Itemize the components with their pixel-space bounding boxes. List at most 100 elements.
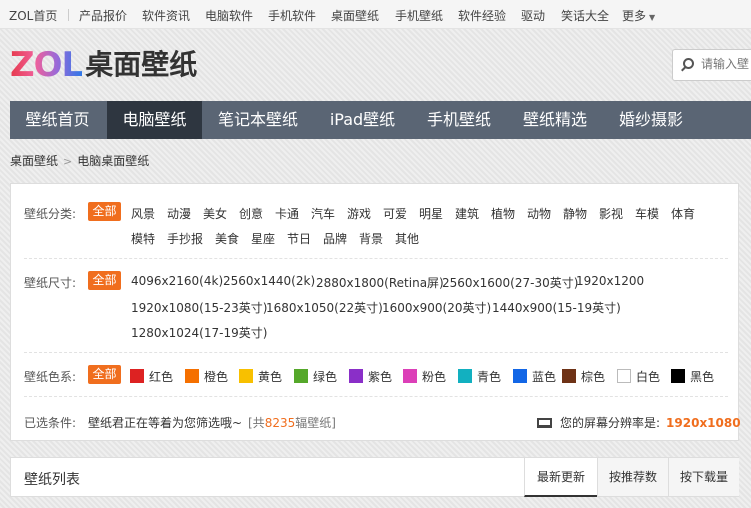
color-filter-label: 壁纸色系: (24, 370, 77, 384)
color-swatch[interactable] (294, 369, 308, 383)
category-option[interactable]: 背景 (359, 230, 383, 247)
color-swatch[interactable] (349, 369, 363, 383)
category-option[interactable]: 游戏 (347, 205, 371, 222)
color-option-label[interactable]: 黑色 (690, 368, 714, 385)
category-option[interactable]: 动物 (527, 205, 551, 222)
breadcrumb-link-desktop-wallpaper[interactable]: 桌面壁纸 (10, 154, 58, 168)
count-number: 8235 (264, 416, 296, 430)
category-option[interactable]: 卡通 (275, 205, 299, 222)
wallpaper-list-title: 壁纸列表 (24, 472, 80, 488)
category-option[interactable]: 影视 (599, 205, 623, 222)
color-option-label[interactable]: 绿色 (313, 368, 337, 385)
nav-item-wedding-photo[interactable]: 婚纱摄影 (603, 101, 699, 139)
color-option-label[interactable]: 紫色 (368, 368, 392, 385)
size-option[interactable]: 1920x1200 (576, 274, 644, 288)
category-option[interactable]: 静物 (563, 205, 587, 222)
category-option[interactable]: 星座 (251, 230, 275, 247)
nav-item-featured[interactable]: 壁纸精选 (507, 101, 603, 139)
color-swatch[interactable] (130, 369, 144, 383)
site-logo[interactable]: ZOL 桌面壁纸 (10, 47, 197, 83)
topbar-link-software-tips[interactable]: 软件经验 (458, 7, 506, 24)
selected-conditions-text: 壁纸君正在等着为您筛选哦~ (88, 416, 243, 430)
topbar-link-mobile-software[interactable]: 手机软件 (268, 7, 316, 24)
topbar-link-drivers[interactable]: 驱动 (521, 7, 545, 24)
color-swatch[interactable] (562, 369, 576, 383)
category-all-button[interactable]: 全部 (88, 202, 121, 221)
category-option[interactable]: 品牌 (323, 230, 347, 247)
breadcrumb-current[interactable]: 电脑桌面壁纸 (77, 154, 149, 168)
category-option[interactable]: 模特 (131, 230, 155, 247)
screen-resolution-value[interactable]: 1920x1080 (666, 416, 741, 430)
wallpaper-count: [共8235辐壁纸] (248, 414, 336, 431)
size-filter-label: 壁纸尺寸: (24, 276, 77, 290)
topbar-more-menu[interactable]: 更多 ▼ (622, 7, 655, 24)
category-option[interactable]: 手抄报 (167, 230, 203, 247)
color-swatch[interactable] (671, 369, 685, 383)
category-option[interactable]: 节日 (287, 230, 311, 247)
count-suffix: 辐壁纸] (295, 416, 336, 430)
topbar-link-zol-home[interactable]: ZOL首页 (9, 7, 57, 24)
size-option[interactable]: 2560x1440(2k) (223, 274, 315, 288)
color-swatch[interactable] (239, 369, 253, 383)
size-option[interactable]: 1680x1050(22英寸) (266, 299, 383, 316)
nav-item-pc-wallpaper[interactable]: 电脑壁纸 (107, 101, 202, 139)
nav-item-laptop-wallpaper[interactable]: 笔记本壁纸 (202, 101, 314, 139)
color-swatch[interactable] (513, 369, 527, 383)
top-bar: ZOL首页 产品报价 软件资讯 电脑软件 手机软件 桌面壁纸 手机壁纸 软件经验… (0, 0, 751, 29)
category-option[interactable]: 其他 (395, 230, 419, 247)
topbar-link-pc-software[interactable]: 电脑软件 (205, 7, 253, 24)
category-option[interactable]: 风景 (131, 205, 155, 222)
color-option-label[interactable]: 橙色 (204, 368, 228, 385)
color-all-button[interactable]: 全部 (88, 365, 121, 384)
search-box[interactable] (672, 49, 751, 81)
color-option-label[interactable]: 蓝色 (532, 368, 556, 385)
category-option[interactable]: 汽车 (311, 205, 335, 222)
category-option[interactable]: 体育 (671, 205, 695, 222)
category-option[interactable]: 明星 (419, 205, 443, 222)
search-input[interactable] (701, 57, 751, 71)
topbar-divider (68, 9, 69, 21)
size-all-button[interactable]: 全部 (88, 271, 121, 290)
size-option[interactable]: 2880x1800(Retina屏) (316, 274, 444, 291)
size-option[interactable]: 2560x1600(27-30英寸) (442, 274, 578, 291)
color-option-label[interactable]: 黄色 (258, 368, 282, 385)
tab-recommended[interactable]: 按推荐数 (597, 458, 668, 496)
topbar-link-mobile-wallpaper[interactable]: 手机壁纸 (395, 7, 443, 24)
tab-downloads[interactable]: 按下载量 (668, 458, 739, 496)
filter-divider (24, 396, 728, 397)
color-option-label[interactable]: 红色 (149, 368, 173, 385)
topbar-link-jokes[interactable]: 笑话大全 (561, 7, 609, 24)
color-option-label[interactable]: 青色 (477, 368, 501, 385)
size-option[interactable]: 1600x900(20英寸) (382, 299, 491, 316)
category-option[interactable]: 美女 (203, 205, 227, 222)
color-swatch[interactable] (185, 369, 199, 383)
tab-latest[interactable]: 最新更新 (524, 458, 597, 497)
breadcrumb-separator: > (63, 155, 73, 168)
category-option[interactable]: 创意 (239, 205, 263, 222)
color-swatch[interactable] (458, 369, 472, 383)
nav-item-mobile-wallpaper[interactable]: 手机壁纸 (411, 101, 507, 139)
search-icon[interactable] (683, 58, 694, 69)
color-swatch[interactable] (617, 369, 631, 383)
nav-item-ipad-wallpaper[interactable]: iPad壁纸 (314, 101, 411, 139)
logo-site-name: 桌面壁纸 (85, 48, 198, 81)
nav-item-home[interactable]: 壁纸首页 (10, 101, 105, 139)
topbar-link-software-news[interactable]: 软件资讯 (142, 7, 190, 24)
topbar-link-price[interactable]: 产品报价 (79, 7, 127, 24)
color-option-label[interactable]: 粉色 (422, 368, 446, 385)
topbar-link-desktop-wallpaper[interactable]: 桌面壁纸 (331, 7, 379, 24)
color-option-label[interactable]: 棕色 (581, 368, 605, 385)
screen-resolution-label: 您的屏幕分辨率是: (560, 416, 661, 430)
size-option[interactable]: 4096x2160(4k) (131, 274, 223, 288)
color-swatch[interactable] (403, 369, 417, 383)
color-option-label[interactable]: 白色 (636, 368, 660, 385)
category-option[interactable]: 可爱 (383, 205, 407, 222)
category-option[interactable]: 建筑 (455, 205, 479, 222)
category-option[interactable]: 美食 (215, 230, 239, 247)
category-option[interactable]: 车模 (635, 205, 659, 222)
category-option[interactable]: 动漫 (167, 205, 191, 222)
category-option[interactable]: 植物 (491, 205, 515, 222)
size-option[interactable]: 1440x900(15-19英寸) (492, 299, 621, 316)
size-option[interactable]: 1280x1024(17-19英寸) (131, 324, 267, 341)
size-option[interactable]: 1920x1080(15-23英寸) (131, 299, 267, 316)
